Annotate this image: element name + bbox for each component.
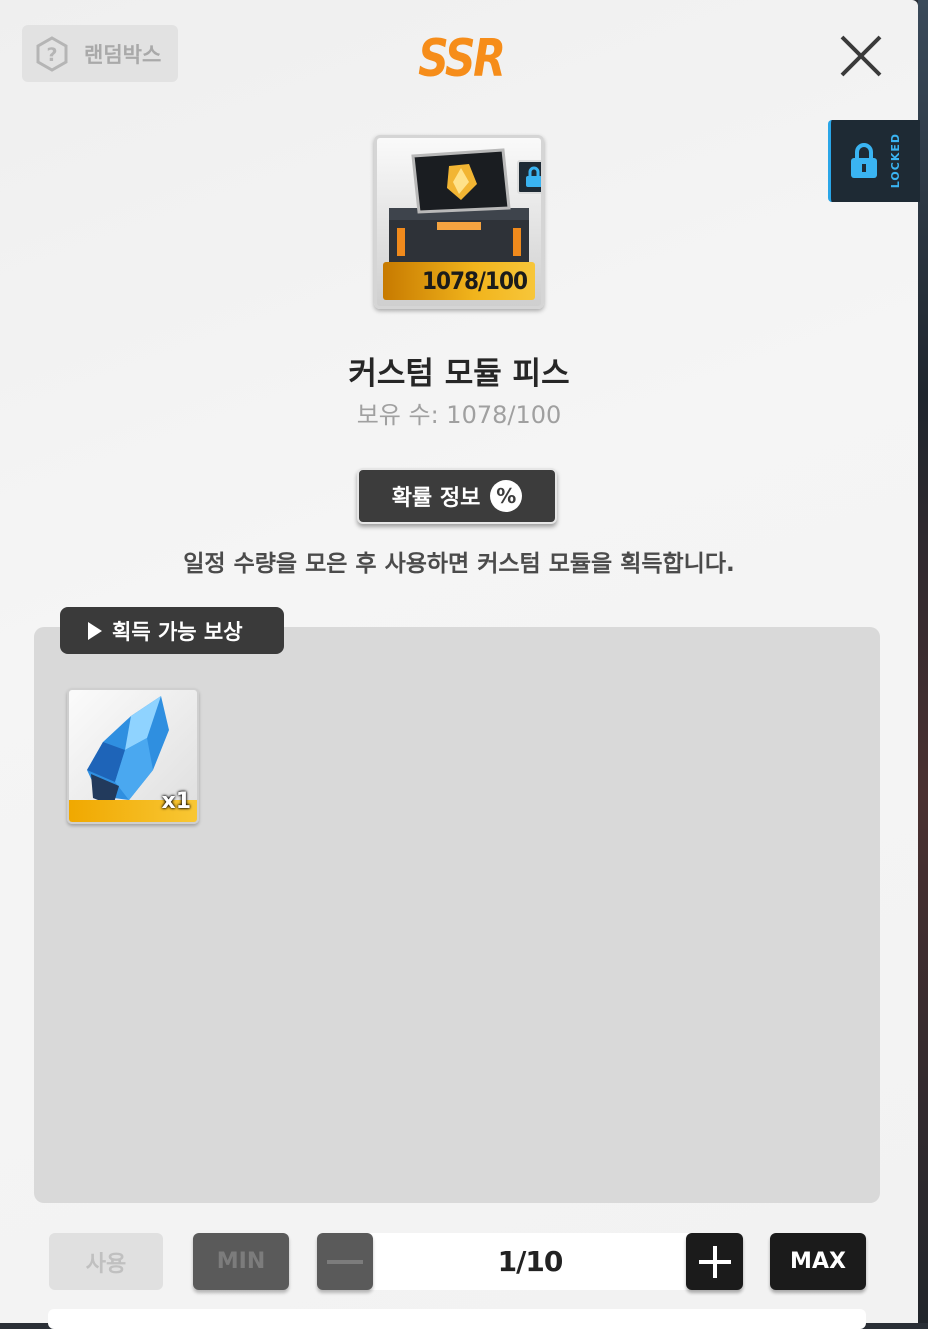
reward-item-quantity: x1 — [161, 789, 192, 814]
item-thumbnail: 1078/100 — [374, 135, 544, 309]
rarity-badge: SSR — [418, 29, 506, 89]
question-hexagon-icon: ? — [36, 35, 68, 72]
probability-info-label: 확률 정보 — [391, 486, 481, 511]
item-count-badge: 1078/100 — [383, 262, 535, 300]
max-button[interactable]: MAX — [770, 1233, 866, 1290]
locked-label: LOCKED — [889, 133, 902, 189]
min-button[interactable]: MIN — [193, 1233, 289, 1290]
minus-icon — [327, 1259, 363, 1264]
lock-icon — [851, 143, 877, 178]
item-name: 커스텀 모듈 피스 — [348, 356, 570, 392]
random-box-label: 랜덤박스 — [84, 42, 162, 67]
lock-toggle-button[interactable]: LOCKED — [828, 120, 920, 202]
play-triangle-icon — [88, 621, 102, 640]
use-button[interactable]: 사용 — [49, 1233, 163, 1290]
decrease-button[interactable] — [317, 1233, 373, 1290]
probability-info-button[interactable]: 확률 정보 % — [357, 468, 557, 524]
plus-icon — [698, 1245, 731, 1278]
random-box-help-button[interactable]: ? 랜덤박스 — [22, 25, 178, 82]
item-owned-count: 보유 수: 1078/100 — [356, 401, 562, 429]
bottom-panel-edge — [48, 1309, 866, 1329]
reward-section-title: 획득 가능 보상 — [112, 619, 243, 644]
svg-text:?: ? — [46, 44, 57, 66]
close-icon[interactable] — [838, 33, 884, 79]
reward-item[interactable]: x1 — [67, 688, 199, 824]
reward-section-header: 획득 가능 보상 — [60, 607, 284, 654]
increase-button[interactable] — [686, 1233, 743, 1290]
item-lock-icon — [517, 160, 541, 194]
item-description: 일정 수량을 모은 후 사용하면 커스텀 모듈을 획득합니다. — [183, 551, 735, 577]
quantity-value: 1/10 — [497, 1245, 564, 1278]
percent-icon: % — [490, 480, 523, 512]
